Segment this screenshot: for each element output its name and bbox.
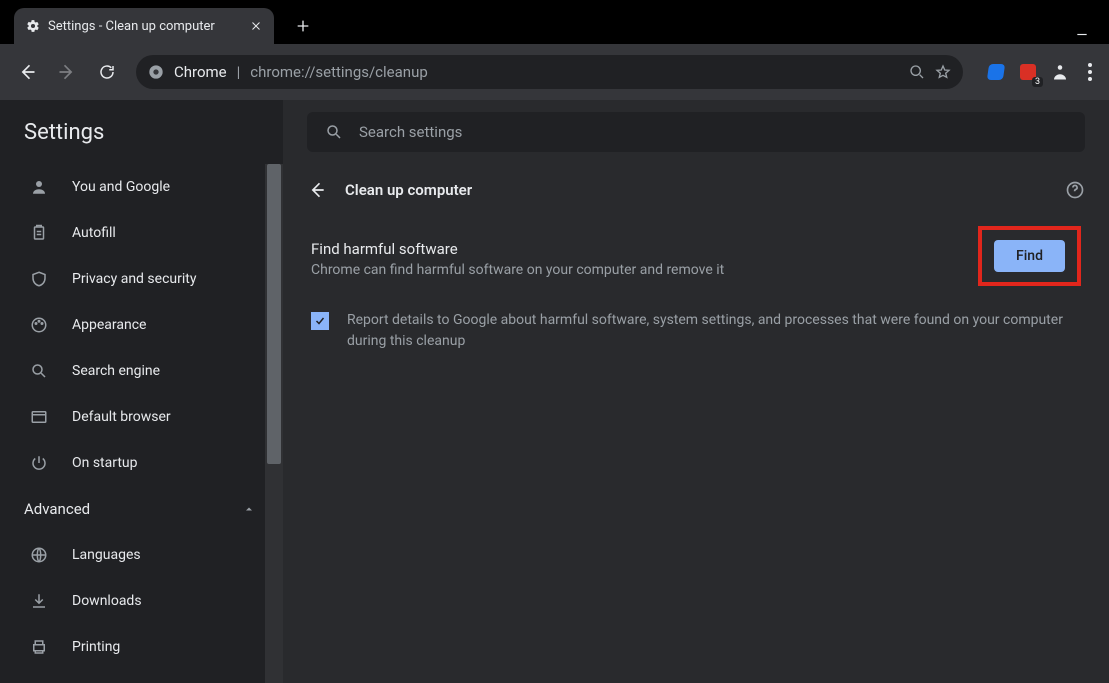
sidebar-scrollbar-thumb[interactable]	[267, 164, 281, 464]
sidebar-item-label: Languages	[72, 547, 141, 563]
url-host: Chrome	[174, 63, 227, 81]
sidebar-section-advanced[interactable]: Advanced	[0, 486, 283, 532]
search-placeholder: Search settings	[359, 123, 462, 141]
search-icon	[28, 362, 50, 380]
window-controls	[1075, 24, 1109, 44]
back-arrow-button[interactable]	[307, 180, 327, 200]
zoom-icon[interactable]	[909, 64, 925, 80]
sidebar-item-label: Downloads	[72, 593, 142, 609]
sidebar-item-label: Appearance	[72, 317, 146, 333]
browser-toolbar: Chrome | chrome://settings/cleanup 3	[0, 44, 1109, 100]
settings-main: Search settings Clean up computer Find h…	[283, 100, 1109, 683]
sidebar-item-label: On startup	[72, 455, 138, 471]
find-subtitle: Chrome can find harmful software on your…	[311, 262, 958, 278]
forward-button[interactable]	[50, 55, 84, 89]
sidebar-item-label: You and Google	[72, 179, 170, 195]
sidebar-item-appearance[interactable]: Appearance	[0, 302, 283, 348]
browser-window-icon	[28, 408, 50, 426]
sidebar-item-on-startup[interactable]: On startup	[0, 440, 283, 486]
sidebar-item-label: Default browser	[72, 409, 171, 425]
extensions-row: 3	[975, 55, 1099, 89]
chevron-up-icon	[243, 503, 255, 515]
report-row: Report details to Google about harmful s…	[307, 310, 1085, 352]
sidebar-item-label: Privacy and security	[72, 271, 196, 287]
sidebar-item-label: Search engine	[72, 363, 160, 379]
sidebar-item-search-engine[interactable]: Search engine	[0, 348, 283, 394]
sidebar-item-languages[interactable]: Languages	[0, 532, 283, 578]
sidebar-item-you-and-google[interactable]: You and Google	[0, 164, 283, 210]
sidebar-item-label: Autofill	[72, 225, 116, 241]
report-checkbox[interactable]	[311, 312, 329, 330]
sidebar-item-privacy[interactable]: Privacy and security	[0, 256, 283, 302]
download-icon	[28, 592, 50, 610]
find-button-highlight: Find	[978, 226, 1081, 286]
new-tab-button[interactable]	[288, 11, 318, 41]
url-path: chrome://settings/cleanup	[250, 63, 427, 81]
sidebar-item-downloads[interactable]: Downloads	[0, 578, 283, 624]
settings-page: Settings You and Google Autofill Privacy…	[0, 100, 1109, 683]
address-bar[interactable]: Chrome | chrome://settings/cleanup	[136, 55, 963, 89]
extension-badge: 3	[1032, 77, 1043, 87]
extension-2-icon[interactable]: 3	[1017, 61, 1039, 83]
sidebar-item-default-browser[interactable]: Default browser	[0, 394, 283, 440]
find-title: Find harmful software	[311, 240, 958, 258]
reload-button[interactable]	[90, 55, 124, 89]
power-icon	[28, 454, 50, 472]
gear-icon	[26, 19, 40, 33]
bookmark-star-icon[interactable]	[935, 64, 951, 80]
sidebar-scrollbar[interactable]	[265, 164, 283, 683]
settings-search-input[interactable]: Search settings	[307, 112, 1085, 152]
person-icon	[28, 178, 50, 196]
close-tab-icon[interactable]	[250, 20, 262, 32]
report-text: Report details to Google about harmful s…	[347, 310, 1081, 352]
browser-titlebar: Settings - Clean up computer	[0, 0, 1109, 44]
tab-title: Settings - Clean up computer	[48, 19, 215, 34]
find-harmful-row: Find harmful software Chrome can find ha…	[307, 240, 1085, 286]
sidebar-item-label: Printing	[72, 639, 120, 655]
profile-avatar-icon[interactable]	[1049, 61, 1071, 83]
extension-1-icon[interactable]	[985, 61, 1007, 83]
palette-icon	[28, 316, 50, 334]
printer-icon	[28, 638, 50, 656]
sidebar-title: Settings	[0, 100, 283, 164]
browser-tab[interactable]: Settings - Clean up computer	[14, 8, 274, 44]
browser-menu-button[interactable]	[1081, 55, 1099, 89]
settings-sidebar: Settings You and Google Autofill Privacy…	[0, 100, 283, 683]
help-icon[interactable]	[1065, 180, 1085, 200]
globe-icon	[28, 546, 50, 564]
sidebar-item-printing[interactable]: Printing	[0, 624, 283, 670]
back-button[interactable]	[10, 55, 44, 89]
shield-icon	[28, 270, 50, 288]
search-icon	[325, 123, 343, 141]
chrome-logo-icon	[148, 64, 164, 80]
sidebar-item-autofill[interactable]: Autofill	[0, 210, 283, 256]
minimize-icon[interactable]	[1075, 24, 1089, 38]
content-title: Clean up computer	[345, 181, 472, 199]
find-button[interactable]: Find	[994, 240, 1065, 272]
clipboard-icon	[28, 224, 50, 242]
url-separator: |	[237, 63, 241, 81]
sidebar-section-label: Advanced	[24, 500, 90, 518]
content-header: Clean up computer	[307, 180, 1085, 200]
